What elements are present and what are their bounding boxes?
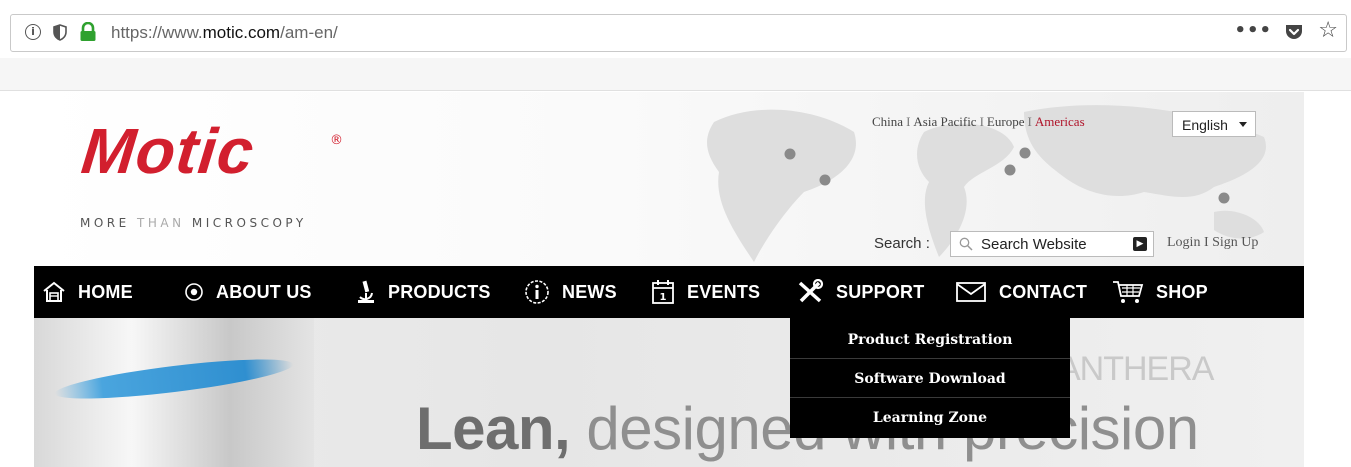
tagline-word: MORE [80, 216, 138, 230]
region-link-europe[interactable]: Europe [987, 114, 1025, 129]
url-domain: motic.com [202, 23, 281, 42]
bookmark-star-icon[interactable]: ☆ [1318, 18, 1338, 43]
more-icon[interactable]: ••• [1234, 20, 1272, 41]
tagline-word: MICROSCOPY [191, 216, 307, 230]
nav-label: SUPPORT [836, 281, 925, 302]
nav-label: CONTACT [999, 281, 1088, 302]
motic-logo[interactable]: Motic [78, 114, 258, 188]
lock-icon[interactable] [79, 22, 97, 42]
tools-icon [798, 279, 824, 303]
toolbar-strip [0, 58, 1351, 91]
separator: I [1027, 114, 1032, 129]
menu-item-product-registration[interactable]: Product Registration [790, 320, 1070, 359]
nav-item-contact[interactable]: CONTACT [955, 266, 1087, 318]
separator: I [906, 114, 911, 129]
main-nav: HOME ABOUT US PRODUCTS NEWS 1 EVENTS SUP… [34, 266, 1304, 318]
region-link-china[interactable]: China [872, 114, 903, 129]
language-value: English [1182, 117, 1228, 133]
region-link-americas[interactable]: Americas [1035, 114, 1085, 129]
info-icon[interactable]: i [25, 24, 41, 40]
nav-item-products[interactable]: PRODUCTS [356, 266, 491, 318]
login-signup-link[interactable]: Login I Sign Up [1167, 235, 1258, 251]
search-icon [959, 237, 973, 251]
separator: I [979, 114, 984, 129]
search-box[interactable]: ▶ [950, 231, 1154, 257]
nav-item-events[interactable]: 1 EVENTS [651, 266, 760, 318]
search-submit-button[interactable]: ▶ [1133, 237, 1147, 251]
nav-item-shop[interactable]: SHOP [1112, 266, 1208, 318]
registered-mark: ® [330, 133, 343, 148]
search-input[interactable] [981, 235, 1121, 253]
nav-label: HOME [78, 281, 133, 302]
nav-item-about-us[interactable]: ABOUT US [184, 266, 312, 318]
nav-item-support[interactable]: SUPPORT [796, 266, 924, 318]
url-bar[interactable]: i https://www.motic.com/am-en/ ••• ☆ [10, 14, 1347, 52]
support-dropdown-menu: Product Registration Software Download L… [790, 318, 1070, 438]
tagline: MORE THAN MICROSCOPY [80, 216, 307, 230]
search-label: Search : [874, 235, 930, 252]
hero-banner[interactable]: ANTHERA Lean, designed with precision [34, 318, 1304, 467]
chevron-down-icon [1239, 122, 1247, 127]
hero-headline-bold: Lean, [416, 395, 571, 462]
region-link-asia-pacific[interactable]: Asia Pacific [913, 114, 976, 129]
nav-label: SHOP [1156, 281, 1208, 302]
url-prefix: https://www. [111, 23, 203, 42]
tagline-word: THAN [137, 216, 192, 230]
language-select[interactable]: English [1172, 111, 1256, 137]
svg-text:1: 1 [660, 292, 667, 303]
url-path: /am-en/ [280, 23, 338, 42]
menu-item-learning-zone[interactable]: Learning Zone [790, 398, 1070, 437]
microscope-icon [358, 280, 374, 303]
site-header: Motic ® MORE THAN MICROSCOPY China I Asia … [34, 92, 1304, 266]
hero-brand-word: ANTHERA [1058, 350, 1214, 388]
region-links: China I Asia Pacific I Europe I Americas [872, 114, 1085, 130]
target-icon [185, 283, 203, 301]
cart-icon [1113, 281, 1144, 303]
nav-item-home[interactable]: HOME [42, 266, 133, 318]
pocket-icon[interactable] [1284, 22, 1304, 42]
nav-label: NEWS [562, 281, 617, 302]
url-text[interactable]: https://www.motic.com/am-en/ [111, 23, 338, 43]
tracking-shield-icon[interactable] [53, 24, 67, 41]
nav-label: PRODUCTS [388, 281, 491, 302]
calendar-icon: 1 [652, 280, 674, 304]
nav-label: ABOUT US [216, 281, 312, 302]
envelope-icon [956, 282, 986, 302]
nav-label: EVENTS [687, 281, 761, 302]
home-icon [43, 281, 65, 302]
menu-item-software-download[interactable]: Software Download [790, 359, 1070, 398]
nav-item-news[interactable]: NEWS [524, 266, 617, 318]
info-circle-icon [525, 280, 549, 304]
